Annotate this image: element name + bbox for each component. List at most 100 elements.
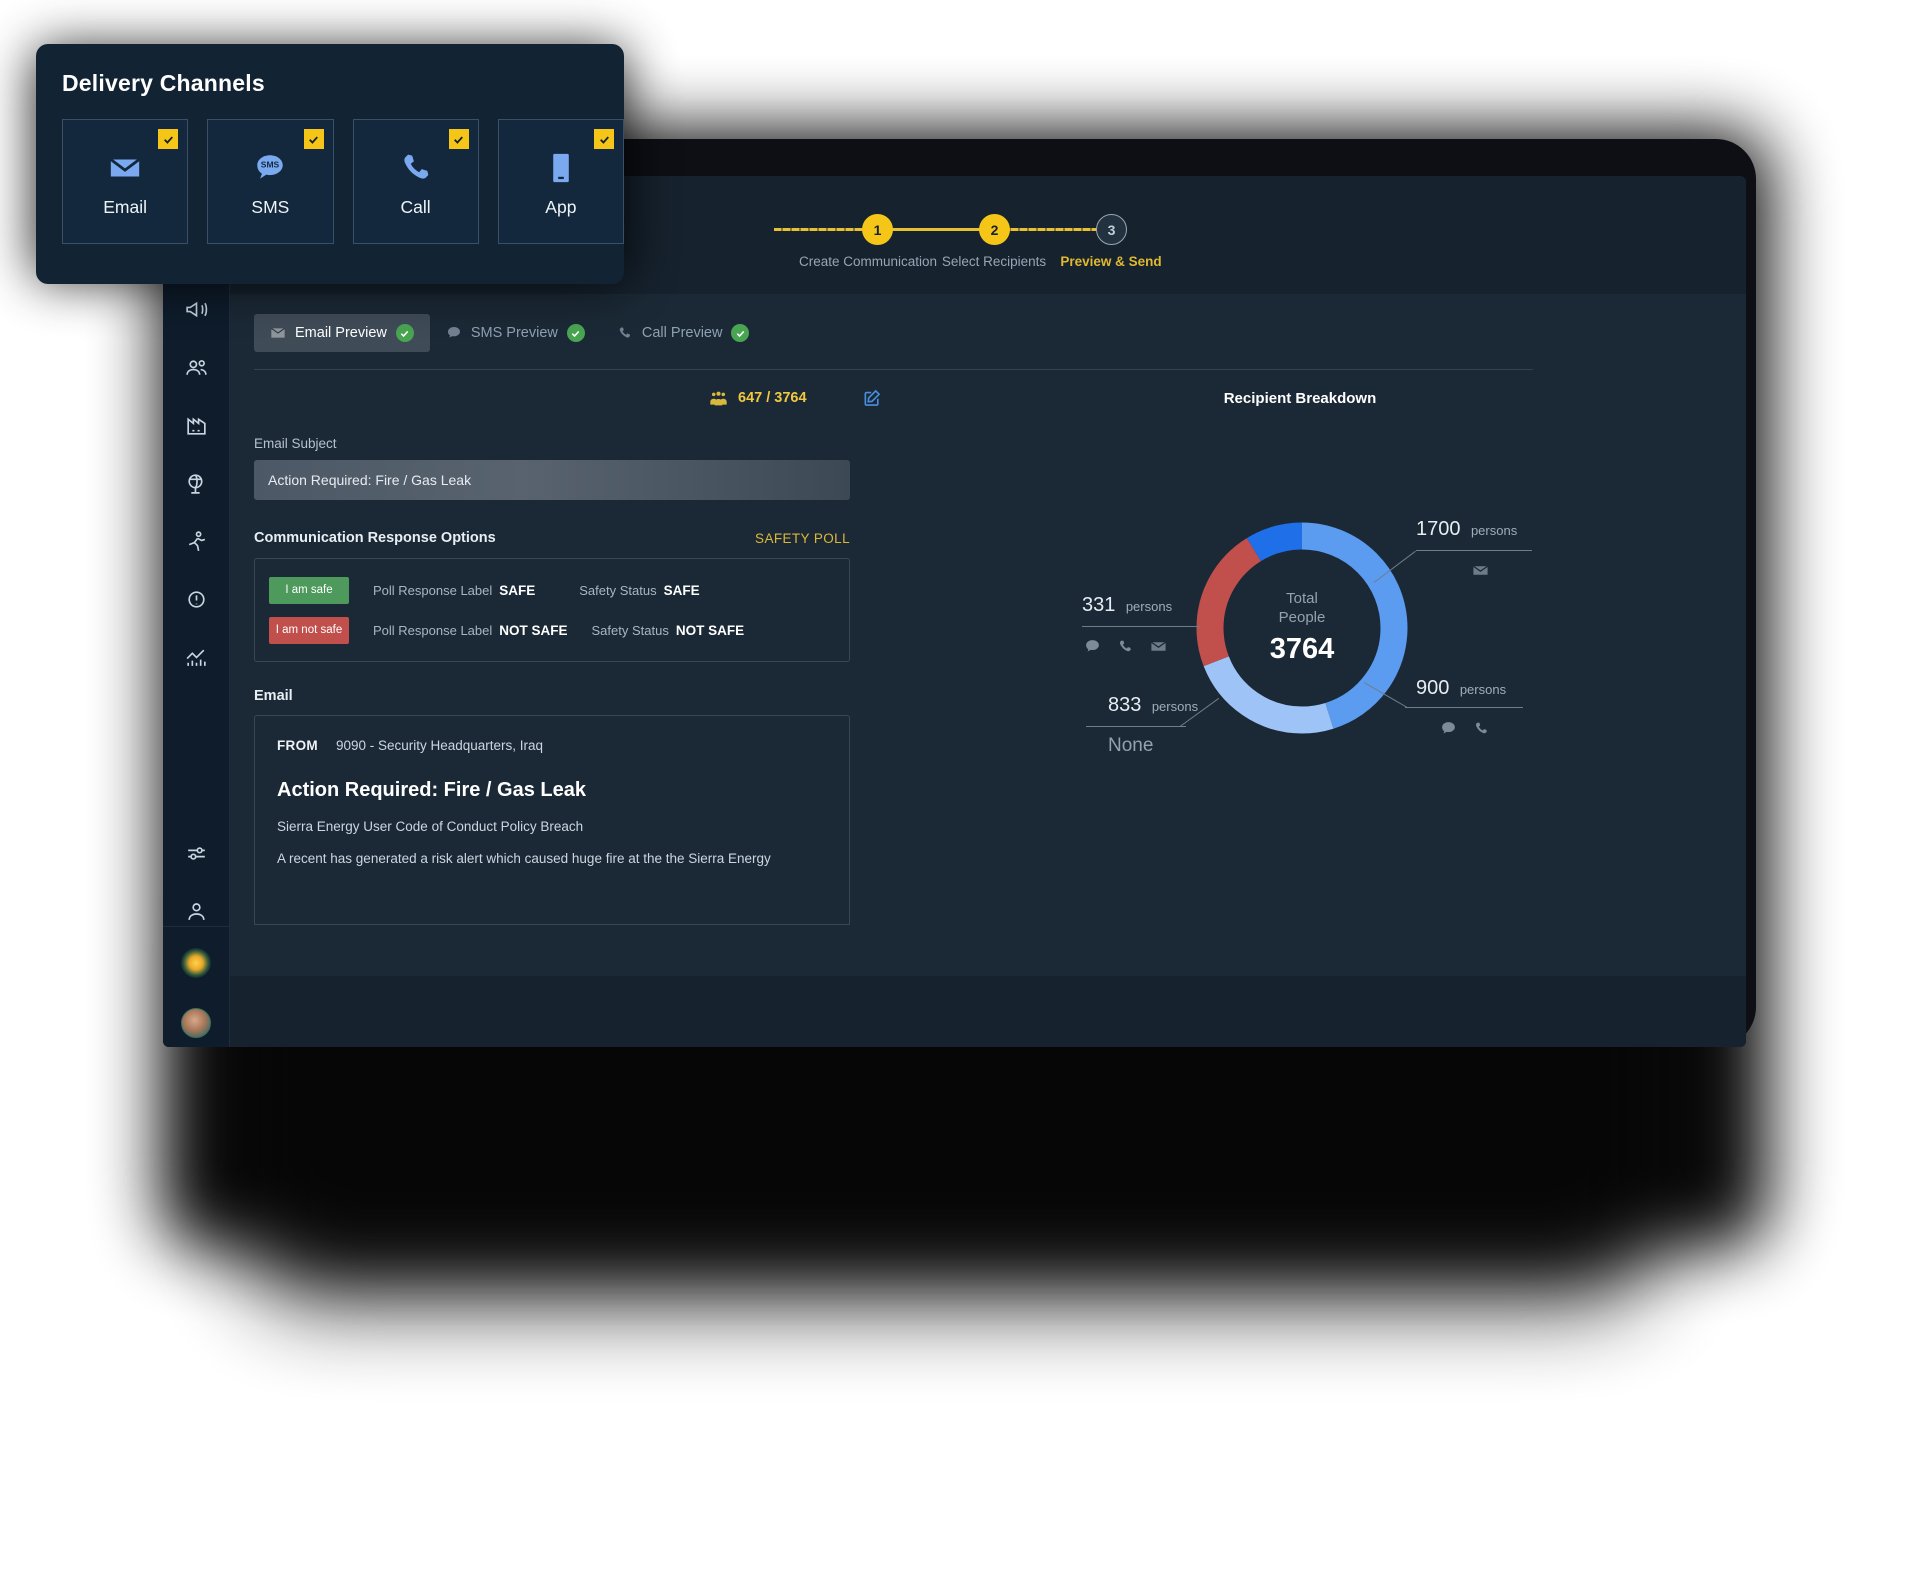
response-options-box: I am safe Poll Response Label SAFE Safet… (254, 558, 850, 662)
breakdown-label-900: 900 persons (1416, 677, 1506, 700)
channel-card-app[interactable]: App (497, 119, 624, 244)
poll-response-label-value: SAFE (499, 582, 536, 598)
breakdown-unit-900: persons (1459, 682, 1507, 697)
safety-status-key: Safety Status (579, 582, 657, 598)
tab-call-preview[interactable]: Call Preview (601, 314, 766, 352)
donut-center-label-line1: Total (1286, 590, 1318, 608)
step-2-number: 2 (990, 221, 999, 238)
channel-label-sms: SMS (251, 197, 290, 217)
recipient-breakdown-donut: Total People 3764 (1186, 512, 1418, 744)
envelope-icon (1151, 641, 1166, 651)
safety-status-value: NOT SAFE (675, 622, 745, 638)
wizard-stepper: 1 2 3 Create Communication Select Recipi… (750, 202, 1170, 282)
response-options-title: Communication Response Options (254, 530, 496, 546)
donut-center-value: 3764 (1269, 632, 1335, 665)
tab-call-preview-label: Call Preview (641, 325, 723, 341)
recipient-breakdown-title: Recipient Breakdown (1223, 390, 1377, 407)
sidebar-item-globe[interactable] (163, 460, 230, 506)
sms-bubble-icon (1442, 722, 1455, 734)
sidebar-item-analytics[interactable] (163, 634, 230, 680)
check-icon (731, 324, 750, 342)
poll-response-label-value: NOT SAFE (499, 622, 568, 638)
channel-label-email: Email (103, 197, 147, 217)
channel-checkbox-app[interactable] (594, 129, 614, 149)
phone-icon (399, 145, 433, 191)
step-3-number: 3 (1107, 221, 1116, 238)
recipient-count-value: 647 / 3764 (738, 390, 807, 406)
channel-card-call[interactable]: Call (352, 119, 479, 244)
sidebar-item-people[interactable] (163, 344, 230, 390)
sms-bubble-icon (446, 325, 462, 341)
leader-line-833 (1086, 726, 1186, 727)
breakdown-label-331: 331 persons (1082, 594, 1172, 617)
recipient-breakdown-column: Recipient Breakdown Total People 3764 17… (950, 390, 1710, 950)
email-body-preview: FROM 9090 - Security Headquarters, Iraq … (254, 715, 850, 925)
email-from-value: 9090 - Security Headquarters, Iraq (335, 738, 544, 753)
screenshot-root: Communication Name 1 2 3 Create Communic… (0, 0, 1918, 1592)
breakdown-unit-833: persons (1151, 699, 1199, 714)
check-icon (566, 324, 585, 342)
app-window: Communication Name 1 2 3 Create Communic… (163, 176, 1746, 1047)
main-region: Communication Name 1 2 3 Create Communic… (230, 176, 1746, 1047)
delivery-channels-title: Delivery Channels (62, 70, 265, 96)
tab-email-preview[interactable]: Email Preview (254, 314, 430, 352)
breakdown-value-1700: 1700 (1416, 518, 1461, 540)
sidebar (163, 176, 230, 1047)
leader-line-331 (1082, 626, 1200, 627)
channel-checkbox-call[interactable] (448, 129, 469, 149)
sidebar-item-alerts[interactable] (163, 576, 230, 622)
breakdown-value-331: 331 (1082, 594, 1116, 616)
sidebar-item-facility[interactable] (163, 402, 230, 448)
safety-poll-badge: SAFETY POLL (755, 530, 850, 546)
breakdown-value-833: 833 (1108, 694, 1142, 716)
sms-bubble-icon: SMS (253, 145, 287, 191)
sidebar-item-megaphone[interactable] (163, 286, 230, 332)
email-paragraph-2: A recent has generated a risk alert whic… (277, 851, 771, 866)
channel-checkbox-sms[interactable] (303, 129, 324, 149)
response-pill-not-safe[interactable]: I am not safe (269, 616, 349, 644)
channel-card-sms[interactable]: SMS SMS (207, 119, 334, 244)
email-subject-input[interactable]: Action Required: Fire / Gas Leak (254, 460, 850, 500)
poll-response-label-key: Poll Response Label (373, 622, 493, 638)
sms-bubble-icon (1086, 640, 1099, 652)
phone-icon (617, 325, 633, 341)
status-indicator-dot[interactable] (181, 948, 211, 978)
sidebar-item-settings[interactable] (163, 830, 230, 876)
breakdown-channels-900 (1440, 720, 1490, 737)
leader-line-1700 (1416, 550, 1532, 551)
content-panel: Email Preview SMS Preview Call Preview 6… (230, 294, 1746, 976)
sidebar-item-support[interactable] (163, 888, 230, 934)
preview-tabs: Email Preview SMS Preview Call Preview (254, 314, 765, 352)
step-2-select-recipients[interactable]: 2 (979, 214, 1010, 245)
phone-icon (1119, 640, 1131, 652)
delivery-channels-card: Delivery Channels Email SMS SMS Call App (36, 44, 624, 284)
email-section-title: Email (254, 688, 293, 704)
channel-label-app: App (545, 197, 577, 217)
tab-sms-preview[interactable]: SMS Preview (430, 314, 601, 352)
email-paragraph-1: Sierra Energy User Code of Conduct Polic… (277, 819, 584, 834)
delivery-channels-grid: Email SMS SMS Call App (62, 119, 624, 244)
breakdown-value-900: 900 (1416, 677, 1450, 699)
breakdown-channels-331 (1084, 638, 1167, 655)
avatar[interactable] (181, 1008, 211, 1038)
sidebar-divider (163, 926, 230, 927)
step-3-label: Preview & Send (1060, 254, 1162, 269)
step-1-create-communication[interactable]: 1 (862, 214, 893, 245)
channel-card-email[interactable]: Email (62, 119, 189, 244)
email-heading: Action Required: Fire / Gas Leak (277, 779, 586, 801)
donut-center-label-line2: People (1278, 609, 1326, 626)
edit-pencil-icon[interactable] (862, 388, 882, 413)
safety-status-value: SAFE (663, 582, 700, 598)
check-icon (395, 324, 414, 342)
envelope-icon (1473, 565, 1488, 575)
channel-checkbox-email[interactable] (158, 129, 179, 149)
breakdown-unit-331: persons (1125, 599, 1173, 614)
sidebar-item-evacuation[interactable] (163, 518, 230, 564)
response-pill-safe[interactable]: I am safe (269, 576, 349, 604)
phone-icon (1475, 722, 1487, 734)
envelope-icon (270, 325, 286, 341)
poll-response-label-key: Poll Response Label (373, 582, 493, 598)
channel-label-call: Call (400, 197, 431, 217)
step-3-preview-send[interactable]: 3 (1096, 214, 1127, 245)
breakdown-channels-1700 (1472, 562, 1489, 579)
